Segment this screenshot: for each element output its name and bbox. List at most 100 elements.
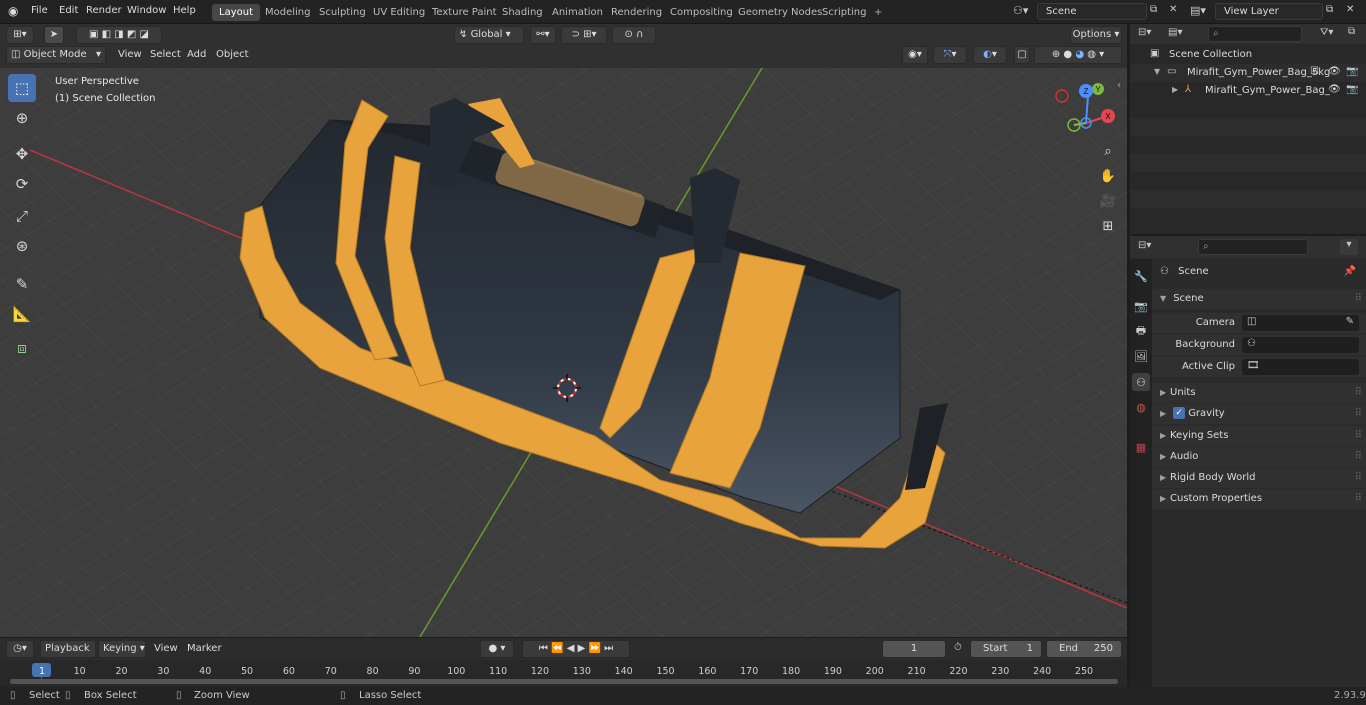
timeline-scrollbar[interactable] <box>10 679 1118 684</box>
view-layer-selector[interactable]: View Layer <box>1215 3 1323 20</box>
xray-toggle[interactable]: ▢ <box>1014 46 1030 64</box>
tab-rendering[interactable]: Rendering <box>604 4 669 21</box>
select-box-tool[interactable]: ⬚ <box>8 74 36 102</box>
scrollbar-thumb[interactable] <box>10 679 1118 684</box>
new-collection-icon[interactable]: ⧉ <box>1348 26 1355 37</box>
rotate-tool[interactable]: ⟳ <box>8 170 36 198</box>
display-mode-icon[interactable]: ▤▾ <box>1168 27 1182 38</box>
scale-tool[interactable]: ⤢ <box>8 202 36 230</box>
menu-timeline-view[interactable]: View <box>154 643 178 654</box>
menu-file[interactable]: File <box>31 5 48 16</box>
drag-handle-icon[interactable]: ⠿ <box>1355 404 1362 424</box>
menu-select[interactable]: Select <box>150 49 181 60</box>
drag-handle-icon[interactable]: ⠿ <box>1355 447 1362 467</box>
expand-arrow-icon[interactable]: ▼ <box>1154 67 1160 76</box>
transform-tool[interactable]: ⊛ <box>8 232 36 260</box>
gravity-checkbox[interactable]: ✓ <box>1173 407 1186 419</box>
start-frame-field[interactable]: Start 1 <box>970 640 1042 658</box>
camera-view-button[interactable]: 🎥 <box>1097 190 1119 212</box>
properties-options-button[interactable]: ▾ <box>1340 239 1358 255</box>
close-icon[interactable]: ✕ <box>1169 4 1177 15</box>
tab-shading[interactable]: Shading <box>495 4 550 21</box>
camera-render-icon[interactable]: 📷 <box>1346 66 1358 77</box>
eye-icon[interactable]: 👁 <box>1328 66 1341 77</box>
timeline-editor-button[interactable]: ◷▾ <box>6 640 34 658</box>
eyedropper-icon[interactable]: ✎ <box>1346 312 1354 332</box>
properties-search-input[interactable]: ⌕ <box>1198 239 1308 255</box>
add-workspace-button[interactable]: + <box>867 4 889 21</box>
camera-field[interactable]: ◫ ✎ <box>1242 315 1359 331</box>
panel-keying-sets[interactable]: ▶ Keying Sets ⠿ <box>1152 426 1366 446</box>
mode-selector[interactable]: ◫ Object Mode ▾ <box>6 46 106 64</box>
camera-render-icon[interactable]: 📷 <box>1346 84 1358 95</box>
gizmo-toggle[interactable]: ⤧▾ <box>933 46 967 64</box>
outliner-editor-icon[interactable]: ⊟▾ <box>1138 27 1151 38</box>
sidebar-toggle-icon[interactable]: ‹ <box>1117 80 1121 91</box>
drag-handle-icon[interactable]: ⠿ <box>1355 383 1362 403</box>
move-tool[interactable]: ✥ <box>8 140 36 168</box>
tab-layout[interactable]: Layout <box>212 4 260 21</box>
scene-icon[interactable]: ⚇▾ <box>1013 4 1028 17</box>
current-frame-field[interactable]: 1 <box>882 640 946 658</box>
stopwatch-icon[interactable]: ⏱ <box>954 642 962 653</box>
pivot-point-button[interactable]: ⚯▾ <box>530 26 556 44</box>
snap-button[interactable]: ⊃ ⊞▾ <box>561 26 607 44</box>
add-cube-tool[interactable]: ⧈ <box>8 334 36 362</box>
menu-help[interactable]: Help <box>173 5 196 16</box>
scene-selector[interactable]: Scene <box>1037 3 1147 20</box>
properties-editor-icon[interactable]: ⊟▾ <box>1138 240 1151 251</box>
tab-scene[interactable]: ⚇ <box>1132 373 1150 391</box>
tab-animation[interactable]: Animation <box>545 4 610 21</box>
menu-edit[interactable]: Edit <box>59 5 78 16</box>
perspective-toggle-button[interactable]: ⊞ <box>1097 215 1119 237</box>
tab-compositing[interactable]: Compositing <box>663 4 740 21</box>
zoom-view-button[interactable]: ⌕ <box>1097 140 1119 162</box>
menu-view[interactable]: View <box>118 49 142 60</box>
overlay-toggle[interactable]: ◐▾ <box>973 46 1007 64</box>
tab-scripting[interactable]: Scripting <box>815 4 873 21</box>
outliner-row-collection[interactable]: ▼ ▭ Mirafit_Gym_Power_Bag_5kg ☑ 👁 📷 <box>1130 64 1366 82</box>
playback-controls[interactable]: ⏮ ⏪ ◀ ▶ ⏩ ⏭ <box>522 640 630 658</box>
panel-audio[interactable]: ▶ Audio ⠿ <box>1152 447 1366 467</box>
panel-custom-properties[interactable]: ▶ Custom Properties ⠿ <box>1152 489 1366 509</box>
options-button[interactable]: Options ▾ <box>1070 26 1122 44</box>
tab-texture-paint[interactable]: Texture Paint <box>425 4 504 21</box>
drag-handle-icon[interactable]: ⠿ <box>1355 426 1362 446</box>
tab-render[interactable]: 📷 <box>1132 297 1150 315</box>
active-clip-field[interactable]: 🎞 <box>1242 359 1359 375</box>
end-frame-field[interactable]: End 250 <box>1046 640 1122 658</box>
panel-units[interactable]: ▶ Units ⠿ <box>1152 383 1366 403</box>
tab-output[interactable]: 🖶 <box>1132 322 1150 340</box>
cursor-tool[interactable]: ⊕ <box>8 104 36 132</box>
drag-handle-icon[interactable]: ⠿ <box>1355 468 1362 488</box>
selection-mode-buttons[interactable]: ▣ ◧ ◨ ◩ ◪ <box>76 26 162 44</box>
tab-texture[interactable]: ▦ <box>1132 438 1150 456</box>
tab-view-layer[interactable]: 🖼 <box>1132 347 1150 365</box>
pan-view-button[interactable]: ✋ <box>1097 165 1119 187</box>
close-view-layer-icon[interactable]: ✕ <box>1346 4 1354 15</box>
outliner-row-object[interactable]: ▶ ⅄ Mirafit_Gym_Power_Bag_ 👁 📷 <box>1130 82 1366 100</box>
editor-type-button[interactable]: ⊞▾ <box>6 26 34 44</box>
blender-logo-icon[interactable]: ◉ <box>8 4 18 18</box>
checkbox-icon[interactable]: ☑ <box>1310 66 1319 77</box>
menu-window[interactable]: Window <box>127 5 166 16</box>
new-scene-icon[interactable]: ⧉ <box>1150 4 1157 15</box>
background-scene-field[interactable]: ⚇ <box>1242 337 1359 353</box>
expand-arrow-icon[interactable]: ▶ <box>1172 85 1178 94</box>
measure-tool[interactable]: 📐 <box>8 300 36 328</box>
menu-keying[interactable]: Keying ▾ <box>98 640 146 658</box>
tab-tool[interactable]: 🔧 <box>1132 267 1150 285</box>
auto-keying-button[interactable]: ● ▾ <box>480 640 514 658</box>
tab-modeling[interactable]: Modeling <box>258 4 318 21</box>
annotate-tool[interactable]: ✎ <box>8 270 36 298</box>
tab-world[interactable]: ◍ <box>1132 398 1150 416</box>
new-view-layer-icon[interactable]: ⧉ <box>1326 4 1333 15</box>
menu-playback[interactable]: Playback ▾ <box>40 640 96 670</box>
menu-add[interactable]: Add <box>187 49 206 60</box>
panel-gravity[interactable]: ▶ ✓ Gravity ⠿ <box>1152 404 1366 424</box>
drag-handle-icon[interactable]: ⠿ <box>1355 289 1362 309</box>
outliner-row-scene-collection[interactable]: ▣ Scene Collection <box>1130 46 1366 64</box>
filter-icon[interactable]: ⛛▾ <box>1320 27 1333 38</box>
pin-icon[interactable]: 📌 <box>1344 262 1356 282</box>
proportional-edit-button[interactable]: ⊙ ∩ <box>612 26 656 44</box>
